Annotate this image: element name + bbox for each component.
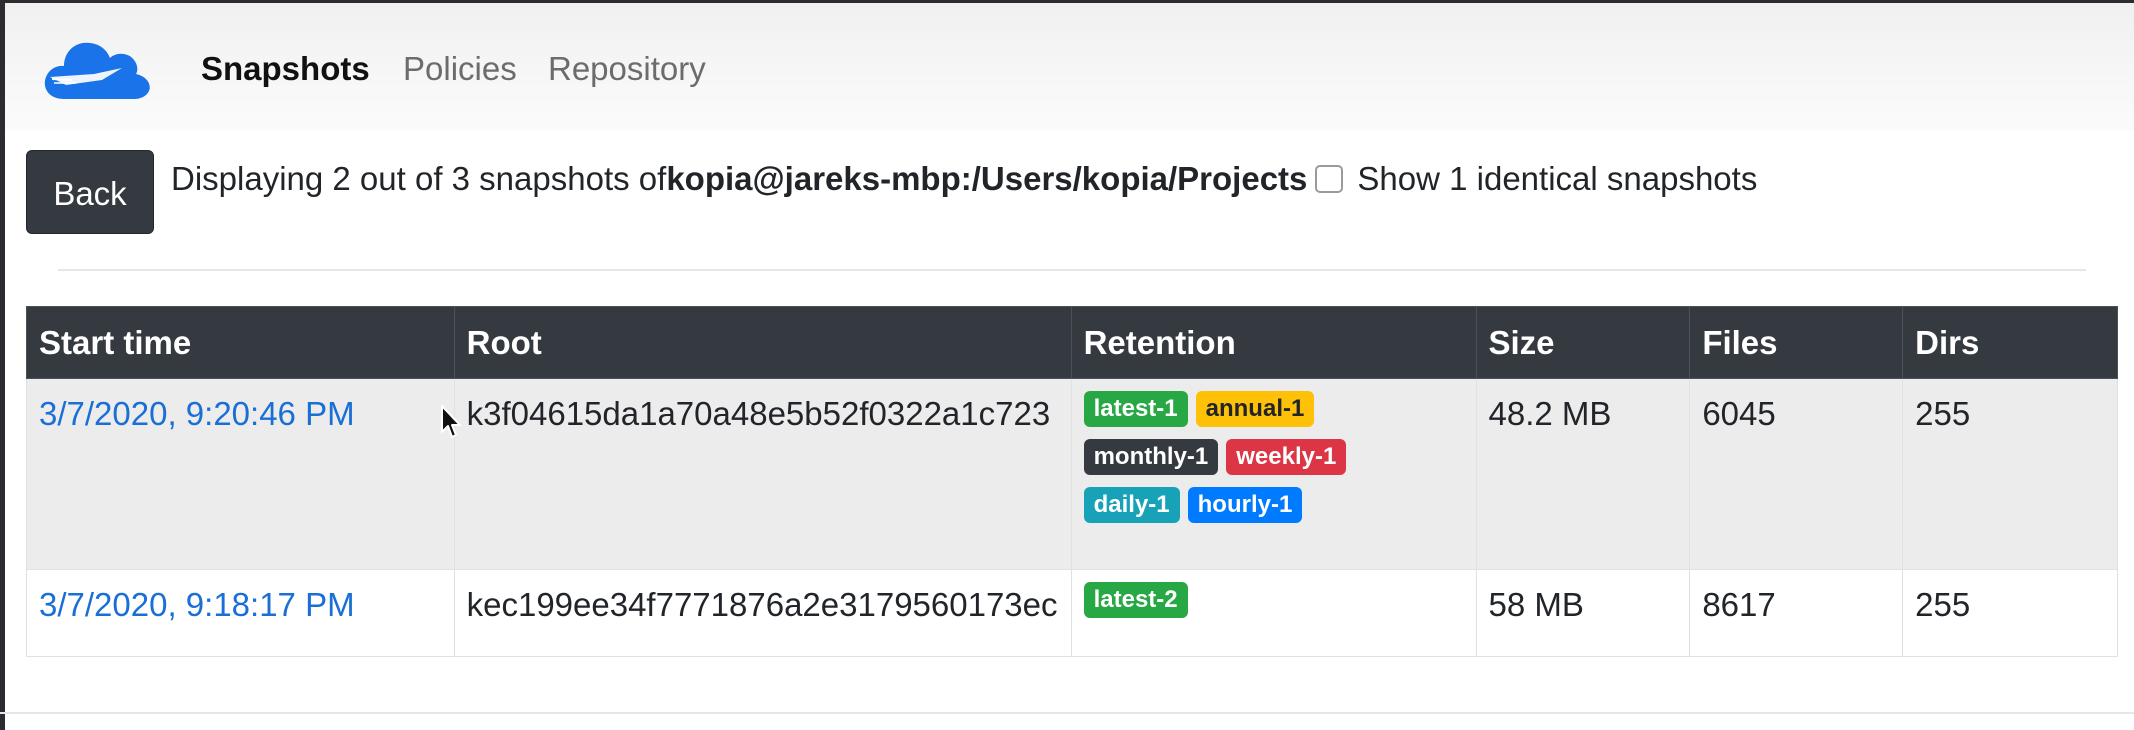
retention-badge: hourly-1 bbox=[1187, 487, 1303, 523]
nav-snapshots[interactable]: Snapshots bbox=[201, 49, 370, 89]
cell-files: 8617 bbox=[1689, 569, 1904, 657]
retention-badges: latest-1 annual-1 monthly-1 weekly-1 dai… bbox=[1083, 391, 1404, 535]
column-header-root[interactable]: Root bbox=[453, 306, 1072, 379]
retention-badge: weekly-1 bbox=[1226, 439, 1347, 475]
column-header-size[interactable]: Size bbox=[1475, 306, 1691, 379]
kopia-logo-icon[interactable] bbox=[42, 33, 152, 103]
column-header-start-time[interactable]: Start time bbox=[26, 306, 455, 379]
retention-badge: latest-1 bbox=[1083, 391, 1188, 427]
footer-divider bbox=[0, 712, 2134, 714]
show-identical-checkbox[interactable] bbox=[1315, 165, 1344, 193]
summary-source: kopia@jareks-mbp:/Users/kopia/Projects bbox=[666, 160, 1308, 197]
snapshot-start-time-link[interactable]: 3/7/2020, 9:20:46 PM bbox=[39, 395, 355, 432]
column-header-files[interactable]: Files bbox=[1689, 306, 1904, 379]
cell-root: kec199ee34f7771876a2e3179560173ec bbox=[453, 569, 1072, 657]
cell-root: k3f04615da1a70a48e5b52f0322a1c723 bbox=[453, 378, 1072, 570]
retention-badges: latest-2 bbox=[1083, 582, 1404, 630]
back-button[interactable]: Back bbox=[26, 150, 154, 234]
table-row: 3/7/2020, 9:18:17 PM kec199ee34f7771876a… bbox=[26, 569, 2118, 657]
snapshots-table: Start time Root Retention Size Files Dir… bbox=[26, 306, 2118, 657]
table-row: 3/7/2020, 9:20:46 PM k3f04615da1a70a48e5… bbox=[26, 378, 2118, 570]
nav-repository[interactable]: Repository bbox=[548, 49, 706, 89]
summary-prefix: Displaying 2 out of 3 snapshots of bbox=[171, 160, 667, 197]
retention-badge: latest-2 bbox=[1083, 582, 1188, 618]
show-identical-label[interactable]: Show 1 identical snapshots bbox=[1357, 157, 1757, 201]
divider bbox=[58, 269, 2086, 271]
column-header-dirs[interactable]: Dirs bbox=[1902, 306, 2118, 379]
mouse-pointer-icon bbox=[441, 405, 461, 438]
cell-dirs: 255 bbox=[1902, 569, 2118, 657]
retention-badge: annual-1 bbox=[1195, 391, 1315, 427]
column-header-retention[interactable]: Retention bbox=[1070, 306, 1477, 379]
nav-policies[interactable]: Policies bbox=[403, 49, 517, 89]
retention-badge: daily-1 bbox=[1083, 487, 1180, 523]
cell-size: 48.2 MB bbox=[1475, 378, 1691, 570]
navbar: Snapshots Policies Repository bbox=[5, 3, 2134, 131]
table-header-row: Start time Root Retention Size Files Dir… bbox=[26, 306, 2118, 379]
retention-badge: monthly-1 bbox=[1083, 439, 1219, 475]
cell-retention: latest-2 bbox=[1070, 569, 1477, 657]
cell-files: 6045 bbox=[1689, 378, 1904, 570]
snapshot-start-time-link[interactable]: 3/7/2020, 9:18:17 PM bbox=[39, 586, 355, 623]
cell-retention: latest-1 annual-1 monthly-1 weekly-1 dai… bbox=[1070, 378, 1477, 570]
snapshot-summary: Displaying 2 out of 3 snapshots of kopia@… bbox=[171, 157, 1757, 201]
cell-start-time: 3/7/2020, 9:20:46 PM bbox=[26, 378, 455, 570]
cell-size: 58 MB bbox=[1475, 569, 1691, 657]
cell-dirs: 255 bbox=[1902, 378, 2118, 570]
cell-start-time: 3/7/2020, 9:18:17 PM bbox=[26, 569, 455, 657]
